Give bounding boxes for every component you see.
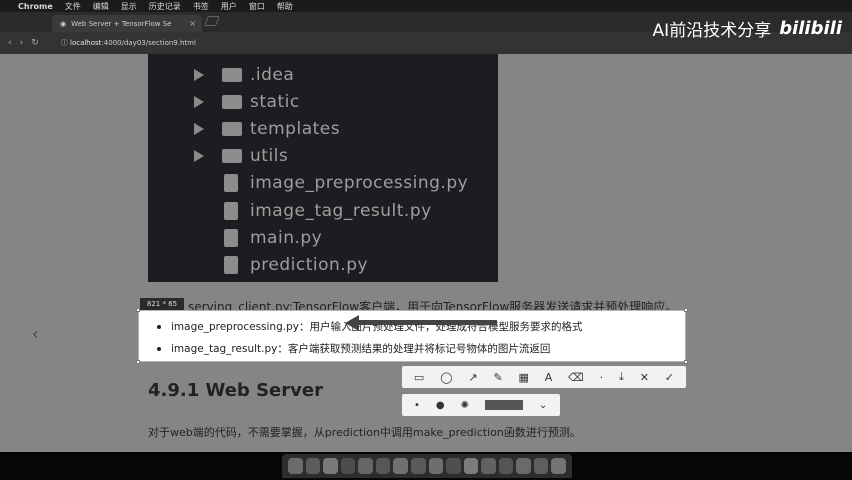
expand-arrow-icon [194,69,204,81]
arrow-shaft [355,320,497,325]
resize-handle[interactable] [684,308,688,312]
size-medium-icon[interactable]: ● [436,400,445,411]
tree-label: main.py [250,228,323,248]
launchpad-icon[interactable] [305,458,321,474]
forward-icon[interactable]: › [20,38,24,48]
menubar-item-bookmarks[interactable]: 书签 [193,1,209,12]
folder-icon [222,149,242,163]
expand-arrow-icon [194,96,204,108]
channel-watermark: AI前沿技术分享 bilibili [653,16,842,41]
downloads-icon[interactable] [533,458,549,474]
finder-icon[interactable] [288,458,303,474]
menubar-item-help[interactable]: 帮助 [277,1,293,12]
paragraph: 对于web端的代码，不需要掌握，从prediction中调用make_predi… [148,426,581,439]
list-item-text: image_tag_result.py：客户端获取预测结果的处理并将标记号物体的… [171,343,551,355]
tree-label: utils [250,146,289,166]
tree-label: image_tag_result.py [250,201,432,221]
python-file-icon [224,202,238,220]
notes-icon[interactable] [463,458,479,474]
section-heading: 4.9.1 Web Server [148,380,323,401]
more-tool-icon[interactable]: · [600,371,604,384]
confirm-icon[interactable]: ✓ [665,371,674,384]
python-file-icon [224,229,238,247]
chevron-down-icon[interactable]: ⌄ [539,400,547,411]
bilibili-logo: bilibili [779,18,842,39]
python-file-icon [224,174,238,192]
capture-size-readout: 821 * 65 [140,298,184,310]
bullet-icon [157,324,161,329]
page-content: .idea static templates utils image_prepr… [0,54,852,452]
ellipse-tool-icon[interactable]: ◯ [440,371,452,384]
mail-icon[interactable] [340,458,356,474]
arrow-tool-icon[interactable]: ↗ [468,371,477,384]
bullet-icon [157,346,161,351]
annotation-arrow[interactable] [345,315,497,331]
tab-close-icon[interactable]: × [189,19,196,28]
info-icon: ⓘ [60,39,70,47]
expand-arrow-icon [194,123,204,135]
menubar-item-file[interactable]: 文件 [65,1,81,12]
app-icon[interactable] [481,458,496,474]
capture-selection-region[interactable]: image_preprocessing.py：用户输入图片预处理文件，处理成符合… [136,308,688,364]
tab-title: Web Server + TensorFlow Se [71,19,172,28]
tab-favicon-icon: ◉ [60,19,67,28]
folder-icon [222,95,242,109]
pycharm-icon[interactable] [393,458,408,474]
brush-options-toolbar: • ● ✺ ⌄ [402,394,560,416]
app-icon[interactable] [498,458,514,474]
app-icon[interactable] [516,458,531,474]
menubar-item-history[interactable]: 历史记录 [149,1,181,12]
eraser-tool-icon[interactable]: ⌫ [568,371,584,384]
folder-icon [222,68,242,82]
download-icon[interactable]: ⤓ [619,370,624,384]
arrow-head-icon [345,315,359,331]
resize-handle[interactable] [136,360,140,364]
chevron-left-icon[interactable]: ‹ [32,324,38,343]
pen-tool-icon[interactable]: ✎ [493,371,502,384]
tree-label: static [250,92,300,112]
url-field[interactable]: ⓘ localhost:4000/day03/section9.html [61,38,196,48]
capture-toolbar: ▭ ◯ ↗ ✎ ▦ A ⌫ · ⤓ ✕ ✓ [402,366,686,388]
resize-handle[interactable] [136,308,140,312]
size-large-icon[interactable]: ✺ [461,400,469,411]
back-icon[interactable]: ‹ [8,38,12,48]
list-item: image_tag_result.py：客户端获取预测结果的处理并将标记号物体的… [157,341,550,356]
expand-arrow-icon [194,150,204,162]
app-icon[interactable] [428,458,444,474]
mosaic-tool-icon[interactable]: ▦ [519,371,529,384]
safari-icon[interactable] [323,458,338,474]
browser-tab[interactable]: ◉ Web Server + TensorFlow Se × [52,15,202,32]
terminal-icon[interactable] [375,458,391,474]
tree-label: prediction.py [250,255,369,275]
mac-menubar: Chrome 文件 编辑 显示 历史记录 书签 用户 窗口 帮助 [0,0,852,12]
menubar-item-edit[interactable]: 编辑 [93,1,109,12]
trash-icon[interactable] [551,458,566,474]
size-small-icon[interactable]: • [414,400,420,411]
tree-label: image_preprocessing.py [250,173,469,193]
menubar-app-name[interactable]: Chrome [18,2,53,11]
python-file-icon [224,256,238,274]
menubar-item-people[interactable]: 用户 [221,1,237,12]
text-tool-icon[interactable]: A [545,371,553,384]
chrome-icon[interactable] [358,458,373,474]
app-icon[interactable] [410,458,426,474]
watermark-text: AI前沿技术分享 [652,21,772,41]
color-swatch[interactable] [485,400,524,410]
menubar-item-view[interactable]: 显示 [121,1,137,12]
url-path: :4000/day03/section9.html [101,39,196,47]
tree-label: templates [250,119,341,139]
project-tree-screenshot: .idea static templates utils image_prepr… [148,54,498,282]
app-icon[interactable] [446,458,461,474]
reload-icon[interactable]: ↻ [31,38,39,48]
folder-icon [222,122,242,136]
rect-tool-icon[interactable]: ▭ [414,371,424,384]
menubar-item-window[interactable]: 窗口 [249,1,265,12]
mac-dock [282,454,572,478]
url-host: localhost [70,39,102,47]
cancel-icon[interactable]: ✕ [640,371,649,384]
tree-label: .idea [250,65,295,85]
resize-handle[interactable] [684,360,688,364]
